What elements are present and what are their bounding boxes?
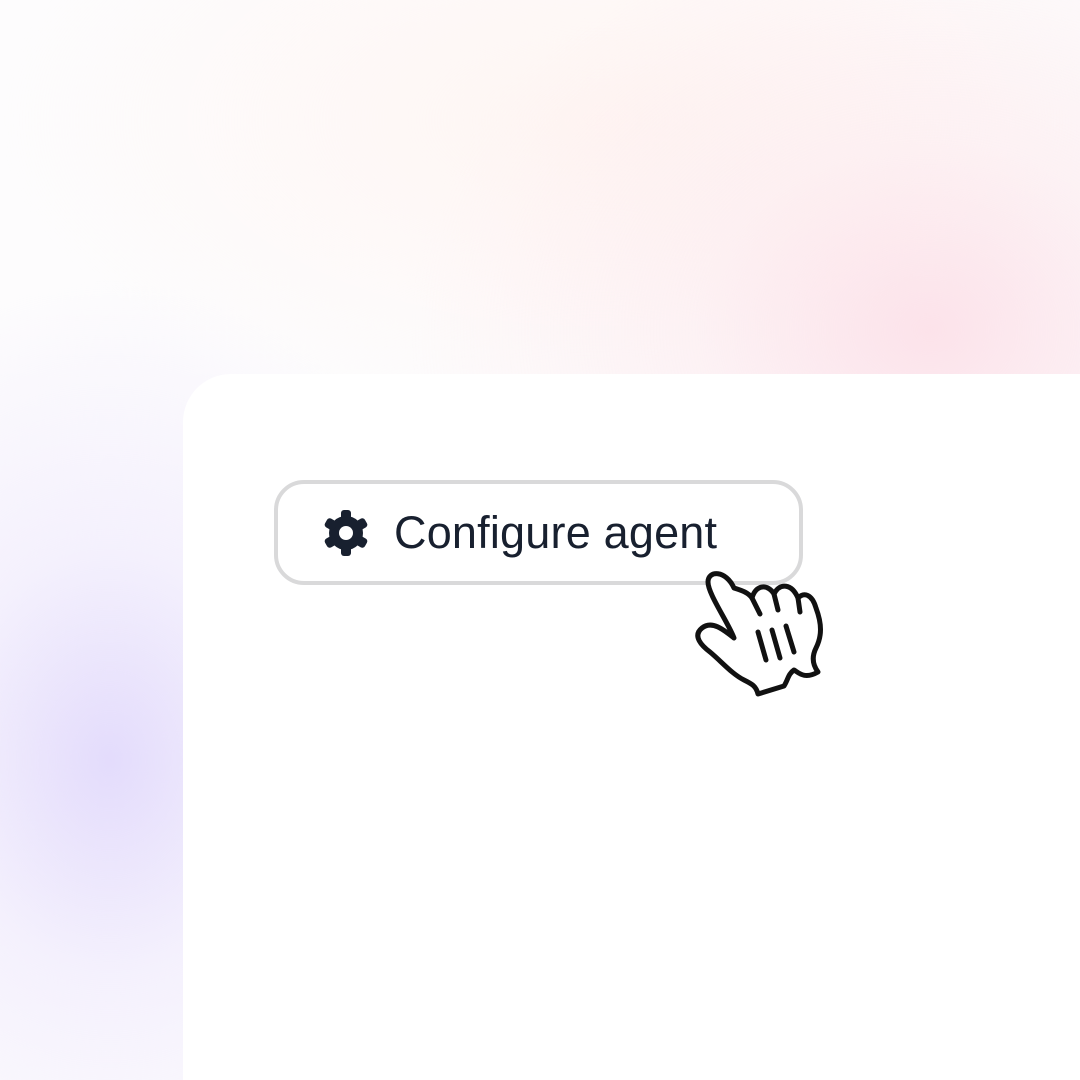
hand-pointer-icon — [688, 560, 828, 705]
gear-icon — [322, 509, 370, 557]
configure-agent-label: Configure agent — [394, 506, 718, 558]
